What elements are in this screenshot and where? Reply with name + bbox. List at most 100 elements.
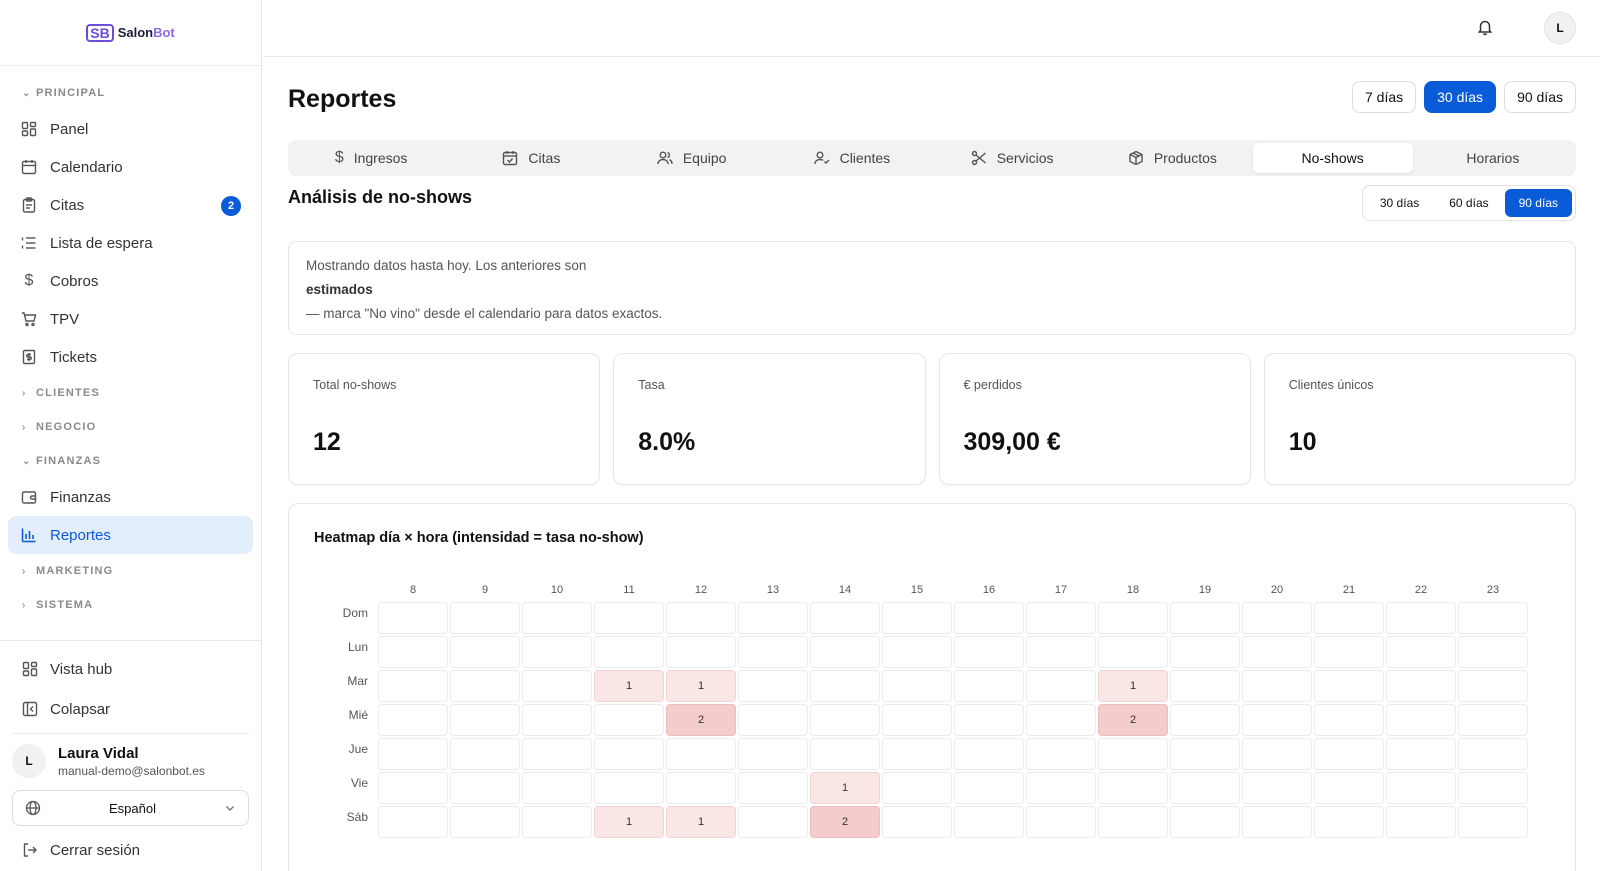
heatmap-cell[interactable] [666, 738, 736, 770]
heatmap-cell[interactable] [1386, 806, 1456, 838]
heatmap-cell[interactable] [450, 670, 520, 702]
heatmap-cell[interactable] [1458, 602, 1528, 634]
tab-no-shows[interactable]: No-shows [1252, 143, 1413, 173]
section-principal[interactable]: ⌄ PRINCIPAL [8, 76, 253, 110]
heatmap-cell[interactable] [1458, 772, 1528, 804]
bell-icon[interactable] [1476, 18, 1494, 41]
range-7-button[interactable]: 7 días [1351, 81, 1417, 113]
heatmap-cell[interactable] [1242, 670, 1312, 702]
heatmap-cell[interactable] [450, 704, 520, 736]
heatmap-cell[interactable] [810, 602, 880, 634]
heatmap-cell[interactable] [666, 602, 736, 634]
heatmap-cell[interactable] [1458, 704, 1528, 736]
heatmap-cell[interactable] [954, 772, 1024, 804]
heatmap-cell[interactable] [1386, 738, 1456, 770]
heatmap-cell[interactable] [450, 602, 520, 634]
heatmap-cell[interactable] [378, 636, 448, 668]
heatmap-cell[interactable] [1026, 772, 1096, 804]
heatmap-cell[interactable] [1098, 772, 1168, 804]
heatmap-cell[interactable] [450, 806, 520, 838]
heatmap-cell[interactable] [522, 636, 592, 668]
heatmap-cell[interactable] [1170, 738, 1240, 770]
logout-button[interactable]: Cerrar sesión [12, 830, 249, 870]
range-90-button[interactable]: 90 días [1504, 81, 1576, 113]
heatmap-cell[interactable] [1098, 636, 1168, 668]
heatmap-cell[interactable] [810, 670, 880, 702]
heatmap-cell[interactable] [738, 772, 808, 804]
tab-clientes[interactable]: Clientes [772, 143, 932, 173]
heatmap-cell[interactable] [1314, 670, 1384, 702]
heatmap-cell[interactable] [1098, 602, 1168, 634]
heatmap-cell[interactable] [522, 704, 592, 736]
heatmap-cell[interactable] [1098, 806, 1168, 838]
heatmap-cell[interactable] [882, 602, 952, 634]
heatmap-cell[interactable] [522, 738, 592, 770]
heatmap-cell[interactable] [1458, 806, 1528, 838]
heatmap-cell[interactable] [1386, 636, 1456, 668]
heatmap-cell[interactable] [1458, 738, 1528, 770]
section-clientes[interactable]: › CLIENTES [8, 376, 253, 410]
user-profile[interactable]: L Laura Vidal manual-demo@salonbot.es [12, 733, 249, 784]
heatmap-cell[interactable] [1314, 602, 1384, 634]
sub-range-30-button[interactable]: 30 días [1366, 189, 1433, 217]
heatmap-cell[interactable]: 2 [810, 806, 880, 838]
vista-hub-button[interactable]: Vista hub [12, 649, 249, 689]
heatmap-cell[interactable] [1386, 704, 1456, 736]
heatmap-cell[interactable] [378, 738, 448, 770]
section-negocio[interactable]: › NEGOCIO [8, 410, 253, 444]
heatmap-cell[interactable] [594, 704, 664, 736]
colapsar-button[interactable]: Colapsar [12, 689, 249, 729]
section-finanzas[interactable]: ⌄ FINANZAS [8, 444, 253, 478]
heatmap-cell[interactable]: 2 [1098, 704, 1168, 736]
heatmap-cell[interactable] [378, 670, 448, 702]
heatmap-cell[interactable]: 2 [666, 704, 736, 736]
tab-equipo[interactable]: Equipo [612, 143, 772, 173]
sidebar-item-cobros[interactable]: $ Cobros [8, 262, 253, 300]
heatmap-cell[interactable] [666, 636, 736, 668]
heatmap-cell[interactable] [1242, 806, 1312, 838]
heatmap-cell[interactable] [1026, 704, 1096, 736]
heatmap-cell[interactable] [522, 670, 592, 702]
heatmap-cell[interactable] [738, 738, 808, 770]
heatmap-cell[interactable] [738, 636, 808, 668]
heatmap-cell[interactable] [882, 704, 952, 736]
heatmap-cell[interactable] [882, 772, 952, 804]
tab-citas[interactable]: Citas [451, 143, 611, 173]
heatmap-cell[interactable] [738, 602, 808, 634]
heatmap-cell[interactable] [810, 704, 880, 736]
heatmap-cell[interactable] [1026, 636, 1096, 668]
heatmap-cell[interactable] [882, 670, 952, 702]
heatmap-cell[interactable] [594, 772, 664, 804]
heatmap-cell[interactable] [1242, 636, 1312, 668]
heatmap-cell[interactable] [522, 602, 592, 634]
heatmap-cell[interactable] [666, 772, 736, 804]
heatmap-cell[interactable] [1314, 806, 1384, 838]
heatmap-cell[interactable] [1170, 772, 1240, 804]
heatmap-cell[interactable] [1314, 772, 1384, 804]
heatmap-cell[interactable] [1170, 636, 1240, 668]
sidebar-item-citas[interactable]: Citas 2 [8, 186, 253, 224]
heatmap-cell[interactable] [594, 636, 664, 668]
heatmap-cell[interactable] [954, 636, 1024, 668]
heatmap-cell[interactable] [882, 636, 952, 668]
tab-ingresos[interactable]: $ Ingresos [291, 143, 451, 173]
section-sistema[interactable]: › SISTEMA [8, 588, 253, 622]
sidebar-item-lista-de-espera[interactable]: Lista de espera [8, 224, 253, 262]
heatmap-cell[interactable]: 1 [666, 806, 736, 838]
heatmap-cell[interactable] [954, 670, 1024, 702]
heatmap-cell[interactable] [1314, 738, 1384, 770]
heatmap-cell[interactable] [1026, 738, 1096, 770]
heatmap-cell[interactable] [1242, 602, 1312, 634]
heatmap-cell[interactable] [1242, 738, 1312, 770]
heatmap-cell[interactable] [378, 602, 448, 634]
heatmap-cell[interactable] [378, 704, 448, 736]
heatmap-cell[interactable] [1170, 806, 1240, 838]
sidebar-item-reportes[interactable]: Reportes [8, 516, 253, 554]
heatmap-cell[interactable] [1242, 772, 1312, 804]
heatmap-cell[interactable] [738, 670, 808, 702]
heatmap-cell[interactable] [1170, 670, 1240, 702]
heatmap-cell[interactable] [1386, 772, 1456, 804]
heatmap-cell[interactable] [738, 806, 808, 838]
heatmap-cell[interactable] [954, 602, 1024, 634]
heatmap-cell[interactable] [1026, 806, 1096, 838]
